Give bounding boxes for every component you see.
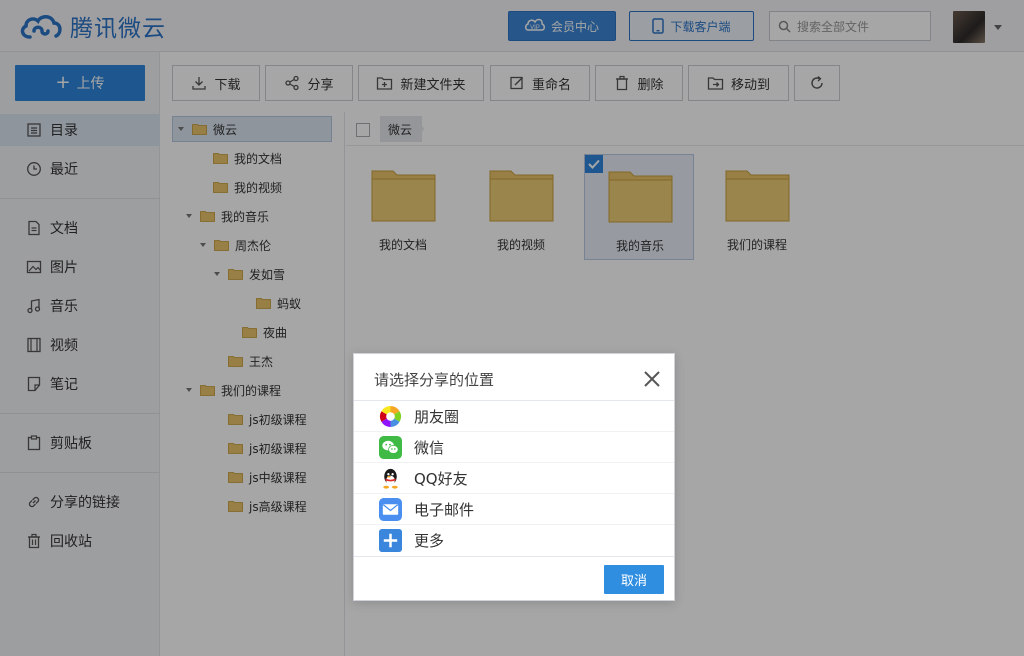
share-option-label: 微信 <box>414 438 445 457</box>
wechat-icon <box>379 435 402 459</box>
share-option-qq[interactable]: QQ好友 <box>354 463 674 494</box>
share-option-label: 更多 <box>414 532 445 550</box>
cancel-button[interactable]: 取消 <box>604 565 664 594</box>
qq-icon <box>383 468 398 489</box>
share-dialog: 请选择分享的位置 朋友圈 微信 QQ好友 电子邮件 更多 取消 <box>353 353 675 601</box>
share-option-wechat[interactable]: 微信 <box>354 432 674 463</box>
dialog-title: 请选择分享的位置 <box>374 371 495 389</box>
share-option-label: 朋友圈 <box>414 407 460 426</box>
email-icon <box>379 497 402 521</box>
share-option-label: QQ好友 <box>414 469 468 488</box>
share-option-moments[interactable]: 朋友圈 <box>354 401 674 432</box>
share-option-email[interactable]: 电子邮件 <box>354 494 674 525</box>
dialog-divider <box>354 556 674 557</box>
share-option-more[interactable]: 更多 <box>354 525 674 556</box>
plus-icon <box>379 529 402 552</box>
moments-icon <box>379 405 402 427</box>
share-option-label: 电子邮件 <box>414 500 475 519</box>
close-icon[interactable] <box>642 369 662 389</box>
